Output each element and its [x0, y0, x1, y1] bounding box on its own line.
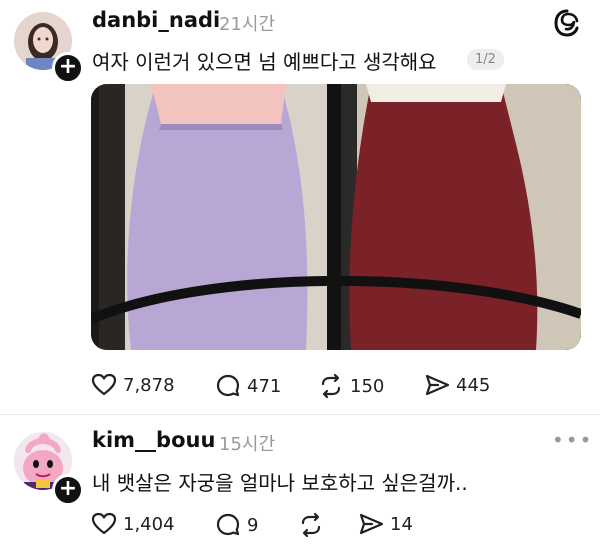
divider	[0, 414, 600, 415]
repost-button[interactable]	[298, 512, 330, 538]
share-button[interactable]: 14	[358, 512, 413, 536]
post-text: 내 뱃살은 자궁을 얼마나 보호하고 싶은걸까..	[92, 471, 468, 495]
repost-icon	[321, 373, 341, 399]
comment-count: 471	[247, 375, 282, 397]
post-image[interactable]	[91, 84, 581, 350]
more-icon[interactable]: •••	[552, 428, 593, 452]
heart-icon	[91, 512, 117, 535]
comment-button[interactable]: 471	[215, 373, 281, 399]
share-icon	[425, 374, 450, 396]
comment-icon	[216, 374, 240, 397]
threads-logo-icon[interactable]	[552, 8, 582, 38]
username[interactable]: kim__bouu	[92, 428, 215, 452]
share-button[interactable]: 445	[424, 373, 490, 397]
share-icon	[359, 513, 384, 535]
follow-plus-icon[interactable]: +	[52, 52, 84, 84]
page-indicator: 1/2	[467, 49, 504, 70]
comment-button[interactable]: 9	[215, 512, 258, 538]
like-count: 1,404	[123, 513, 175, 535]
share-count: 445	[456, 374, 491, 396]
comment-count: 9	[247, 514, 259, 536]
repost-count: 150	[350, 375, 385, 397]
username[interactable]: danbi_nadi	[92, 8, 220, 32]
repost-button[interactable]: 150	[318, 373, 384, 399]
share-count: 14	[390, 513, 413, 535]
like-button[interactable]: 1,404	[91, 512, 175, 536]
follow-plus-icon[interactable]: +	[52, 474, 84, 506]
heart-icon	[91, 373, 117, 396]
post-text: 여자 이런거 있으면 넘 예쁘다고 생각해요	[92, 50, 437, 74]
comment-icon	[216, 513, 240, 536]
timestamp: 21시간	[219, 14, 276, 35]
like-count: 7,878	[123, 374, 175, 396]
timestamp: 15시간	[219, 434, 276, 455]
repost-icon	[301, 512, 321, 538]
like-button[interactable]: 7,878	[91, 373, 175, 397]
